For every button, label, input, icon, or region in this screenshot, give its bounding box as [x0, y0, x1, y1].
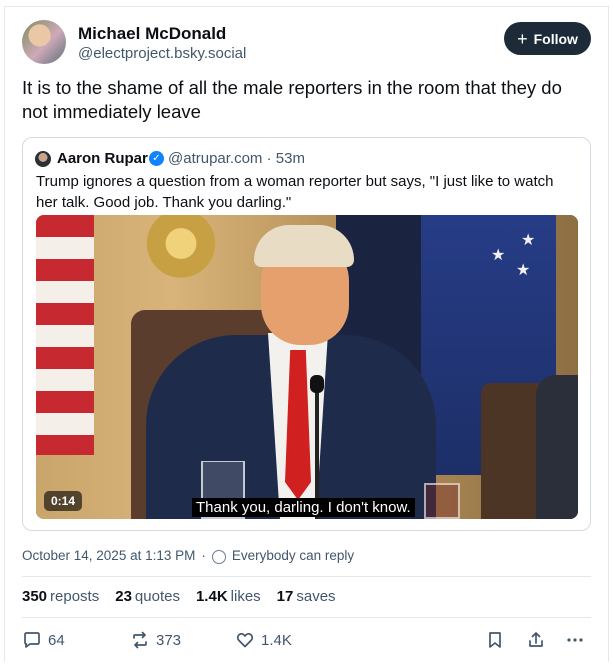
like-count: 1.4K [261, 631, 292, 649]
quotes-label: quotes [134, 588, 180, 605]
globe-icon [211, 549, 226, 564]
reply-icon [24, 632, 40, 648]
share-button[interactable] [526, 630, 546, 650]
reposts-count: 350 [22, 588, 48, 605]
video-person-hair [254, 225, 354, 267]
post-text: It is to the shame of all the male repor… [22, 77, 562, 122]
post-timestamp[interactable]: October 14, 2025 at 1:13 PM [22, 548, 195, 563]
reposts-stat[interactable]: 350 reposts [22, 588, 99, 605]
quotes-stat[interactable]: 23 quotes [115, 588, 180, 605]
follow-label: Follow [533, 30, 578, 47]
post-timestamp-row: October 14, 2025 at 1:13 PM · Everybody … [22, 548, 355, 564]
likes-label: likes [230, 588, 261, 605]
quoted-author-avatar[interactable] [35, 151, 51, 167]
meta-separator: · [201, 548, 206, 563]
divider [22, 617, 591, 618]
repost-icon [133, 631, 147, 649]
likes-stat[interactable]: 1.4K likes [196, 588, 261, 605]
video-duration-badge: 0:14 [44, 491, 83, 511]
divider [22, 576, 591, 577]
star-icon: ★ [516, 262, 531, 279]
plus-icon: + [517, 28, 528, 49]
reply-setting: Everybody can reply [231, 548, 355, 563]
quoted-author-name[interactable]: Aaron Rupar [57, 150, 148, 167]
repost-count: 373 [156, 631, 182, 649]
bookmark-button[interactable] [485, 630, 505, 650]
bookmark-icon [489, 632, 501, 648]
verified-icon: ✓ [149, 151, 164, 166]
engagement-stats: 350 reposts 23 quotes 1.4K likes 17 saves [22, 588, 336, 605]
video-wall-ornament [146, 215, 216, 310]
action-bar: 64 373 1.4K [22, 630, 591, 652]
author-avatar[interactable] [22, 20, 66, 64]
author-display-name[interactable]: Michael McDonald [78, 24, 226, 44]
follow-button[interactable]: + Follow [504, 22, 591, 55]
video-person-right [536, 375, 578, 519]
repost-button[interactable]: 373 [130, 630, 181, 650]
saves-label: saves [296, 588, 336, 605]
video-flag-stripes [36, 215, 94, 455]
likes-count: 1.4K [195, 588, 228, 605]
meta-separator: · [266, 150, 276, 167]
quoted-post-text: Trump ignores a question from a woman re… [36, 173, 554, 211]
video-glass-right [424, 483, 460, 519]
saves-stat[interactable]: 17 saves [277, 588, 336, 605]
like-button[interactable]: 1.4K [235, 630, 292, 650]
star-icon: ★ [491, 247, 506, 264]
video-caption: Thank you, darling. I don't know. [192, 498, 415, 517]
quoted-author-handle[interactable]: @atrupar.com [168, 150, 262, 167]
more-button[interactable] [565, 630, 585, 650]
saves-count: 17 [276, 588, 294, 605]
quoted-post-card[interactable]: Aaron Rupar ✓ @atrupar.com · 53m Trump i… [22, 137, 591, 531]
star-icon: ★ [521, 232, 536, 249]
quotes-count: 23 [115, 588, 132, 605]
share-icon [529, 632, 543, 647]
quoted-post-age: 53m [275, 150, 305, 167]
reposts-label: reposts [50, 588, 100, 605]
author-handle[interactable]: @electproject.bsky.social [78, 45, 246, 62]
video-player[interactable]: ★ ★ ★ 0:14 Thank you, darling. I don't k… [36, 215, 578, 519]
quoted-author-meta: @atrupar.com · 53m [168, 150, 305, 167]
more-icon [567, 638, 583, 642]
like-icon [236, 632, 254, 648]
reply-count: 64 [48, 631, 65, 649]
video-microphone-head [310, 375, 324, 393]
reply-button[interactable]: 64 [22, 630, 65, 650]
